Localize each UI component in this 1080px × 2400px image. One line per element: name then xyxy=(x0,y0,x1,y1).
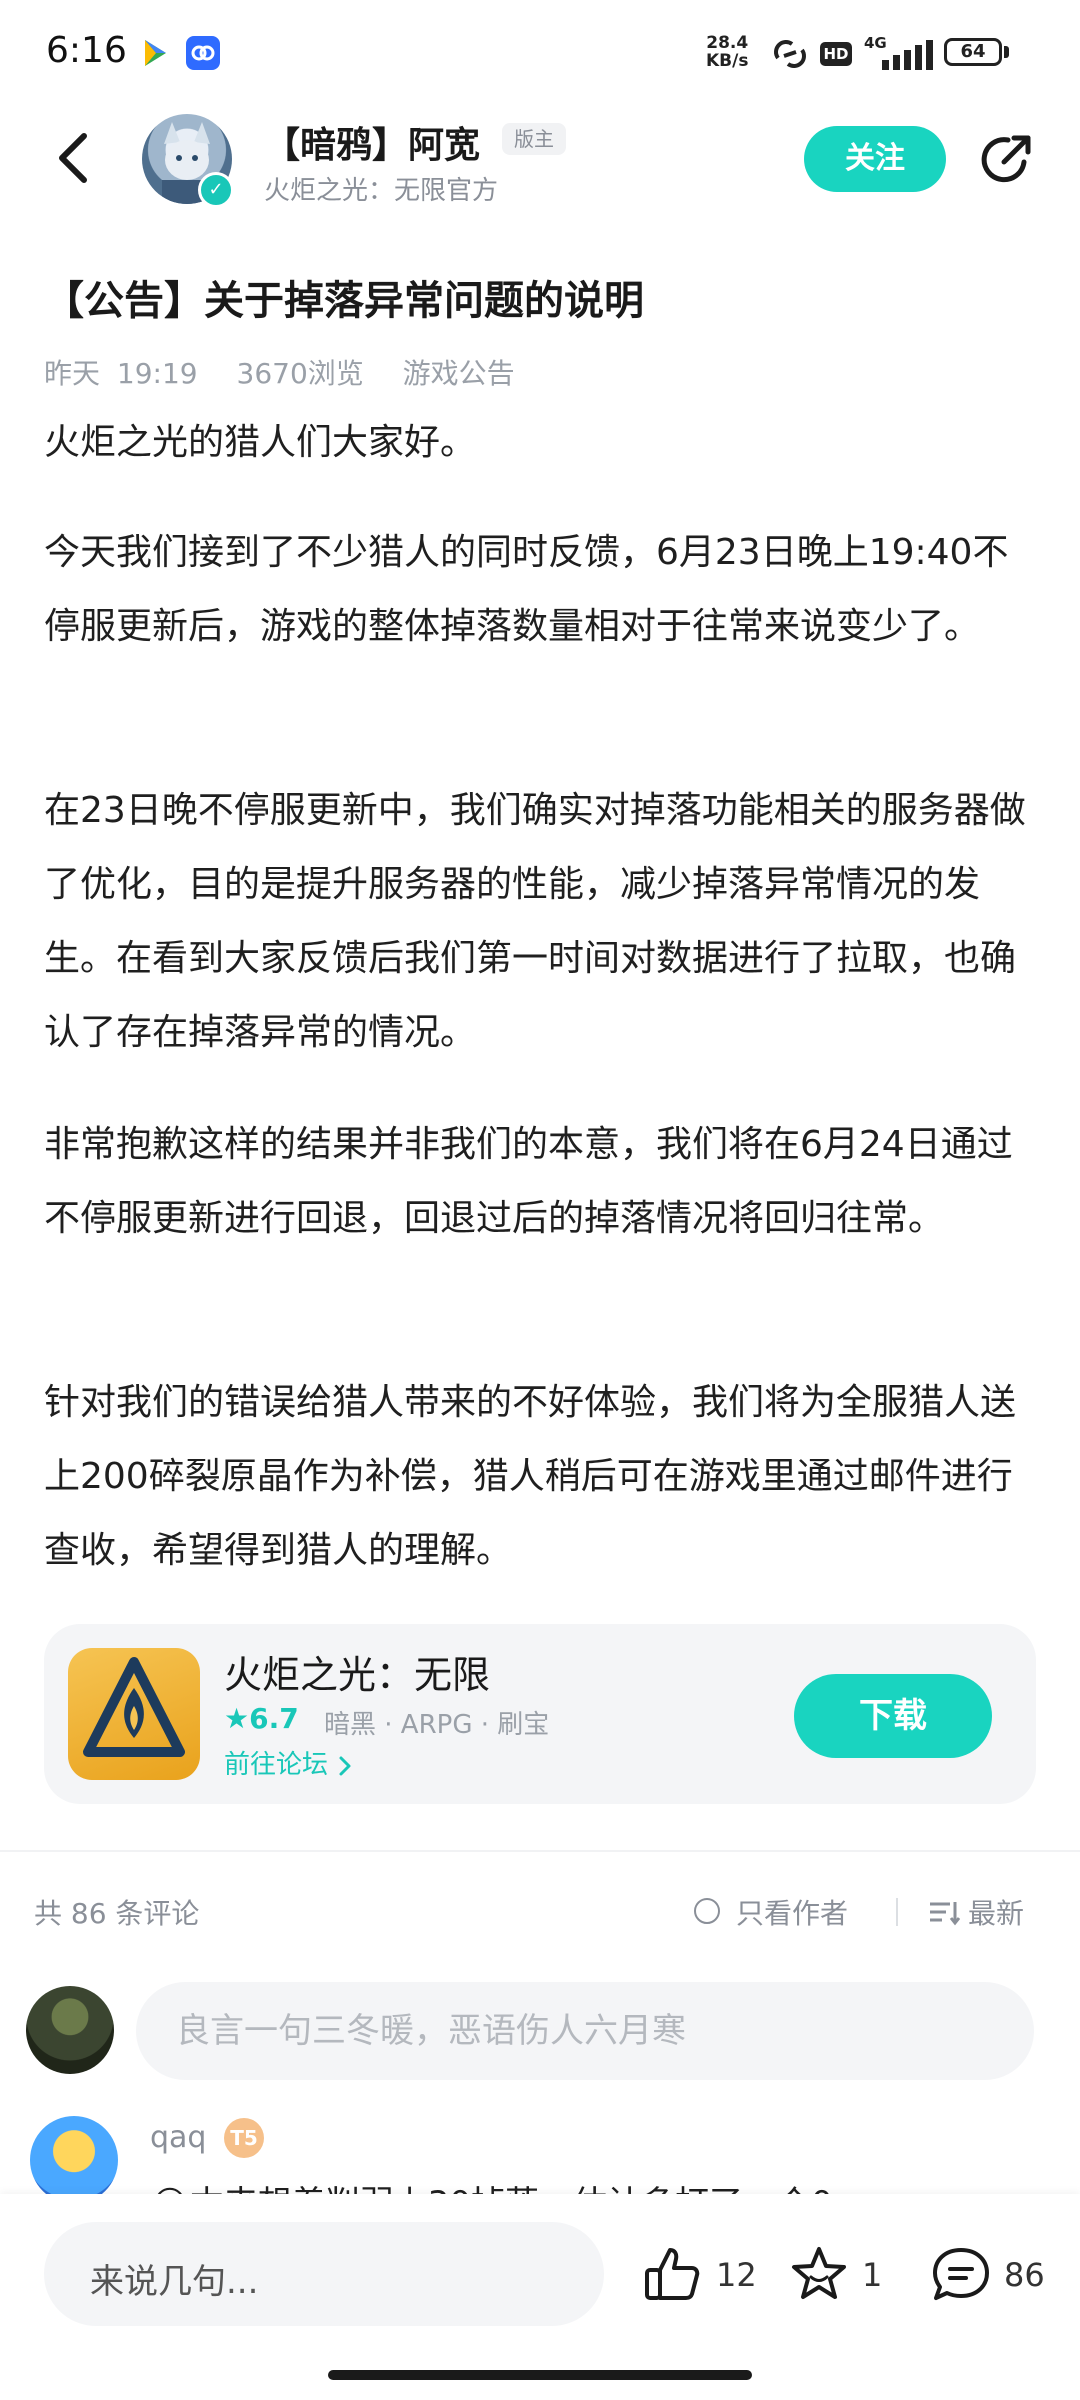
battery-indicator: 64 xyxy=(944,38,1002,66)
current-user-avatar xyxy=(26,1986,114,2074)
author-only-radio-icon[interactable] xyxy=(694,1898,720,1924)
follow-button[interactable]: 关注 xyxy=(804,126,946,192)
home-indicator[interactable] xyxy=(328,2370,752,2380)
game-icon[interactable] xyxy=(68,1648,200,1780)
section-divider xyxy=(0,1850,1080,1852)
hotspot-icon xyxy=(770,38,810,74)
comment-button[interactable] xyxy=(930,2244,992,2304)
game-tags: 暗黑 · ARPG · 刷宝 xyxy=(324,1710,550,1740)
post-views: 3670浏览 xyxy=(236,357,364,390)
comment-input[interactable] xyxy=(136,1982,1034,2080)
author-only-toggle[interactable]: 只看作者 xyxy=(736,1892,848,1932)
commenter-username[interactable]: qaq xyxy=(150,2120,206,2155)
like-count: 12 xyxy=(716,2256,757,2294)
moderator-badge: 版主 xyxy=(502,123,566,155)
thumbs-up-icon xyxy=(645,2248,700,2300)
network-speed-unit: KB/s xyxy=(706,51,749,71)
back-button[interactable] xyxy=(50,128,96,188)
network-speed-value: 28.4 xyxy=(706,33,749,53)
share-icon xyxy=(981,135,1031,183)
battery-tip xyxy=(1004,46,1009,58)
download-button[interactable]: 下载 xyxy=(794,1674,992,1758)
play-store-icon xyxy=(138,36,172,70)
favorite-count: 1 xyxy=(862,2256,883,2294)
star-icon xyxy=(792,2247,846,2299)
post-title: 【公告】关于掉落异常问题的说明 xyxy=(44,278,644,324)
like-button[interactable] xyxy=(642,2244,702,2304)
comment-count: 共 86 条评论 xyxy=(34,1897,200,1930)
status-time: 6:16 xyxy=(46,30,127,71)
post-paragraph: 针对我们的错误给猎人带来的不好体验，我们将为全服猎人送上200碎裂原晶作为补偿，… xyxy=(44,1382,1017,1571)
post-paragraph: 火炬之光的猎人们大家好。 xyxy=(44,422,477,463)
commenter-avatar[interactable] xyxy=(30,2116,118,2204)
hd-badge: HD xyxy=(820,42,852,66)
forum-link-label: 前往论坛 xyxy=(224,1750,329,1780)
share-button[interactable] xyxy=(978,132,1034,188)
game-name[interactable]: 火炬之光：无限 xyxy=(224,1644,490,1699)
signal-icon xyxy=(880,40,934,74)
post-paragraph: 在23日晚不停服更新中，我们确实对掉落功能相关的服务器做了优化，目的是提升服务器… xyxy=(44,790,1026,1053)
torch-flame-icon xyxy=(83,1657,185,1757)
chevron-right-icon xyxy=(339,1756,351,1775)
game-rating: ★6.7 xyxy=(224,1702,299,1735)
sort-icon[interactable] xyxy=(928,1900,961,1926)
forum-link[interactable]: 前往论坛 xyxy=(224,1744,354,1781)
verified-icon: ✓ xyxy=(198,172,234,208)
favorite-button[interactable] xyxy=(788,2244,850,2304)
link-app-icon xyxy=(186,36,220,70)
chat-bubble-icon xyxy=(933,2248,989,2300)
sort-latest-button[interactable]: 最新 xyxy=(968,1892,1024,1932)
filter-separator xyxy=(896,1898,898,1926)
post-meta: 昨天 19:19 3670浏览 游戏公告 xyxy=(44,352,537,392)
author-subtitle: 火炬之光：无限官方 xyxy=(264,176,499,206)
post-time: 昨天 19:19 xyxy=(44,357,198,390)
chevron-left-icon xyxy=(59,133,87,183)
post-category[interactable]: 游戏公告 xyxy=(403,357,515,390)
comment-count-bottom: 86 xyxy=(1004,2256,1045,2294)
post-paragraph: 非常抱歉这样的结果并非我们的本意，我们将在6月24日通过不停服更新进行回退，回退… xyxy=(44,1124,1013,1239)
user-level-badge: T5 xyxy=(224,2118,264,2158)
reply-input-placeholder: 来说几句... xyxy=(90,2262,259,2302)
author-name[interactable]: 【暗鸦】阿宽 xyxy=(264,116,480,168)
post-paragraph: 今天我们接到了不少猎人的同时反馈，6月23日晚上19:40不停服更新后，游戏的整… xyxy=(44,532,1009,647)
network-speed: 28.4 KB/s xyxy=(706,34,748,70)
